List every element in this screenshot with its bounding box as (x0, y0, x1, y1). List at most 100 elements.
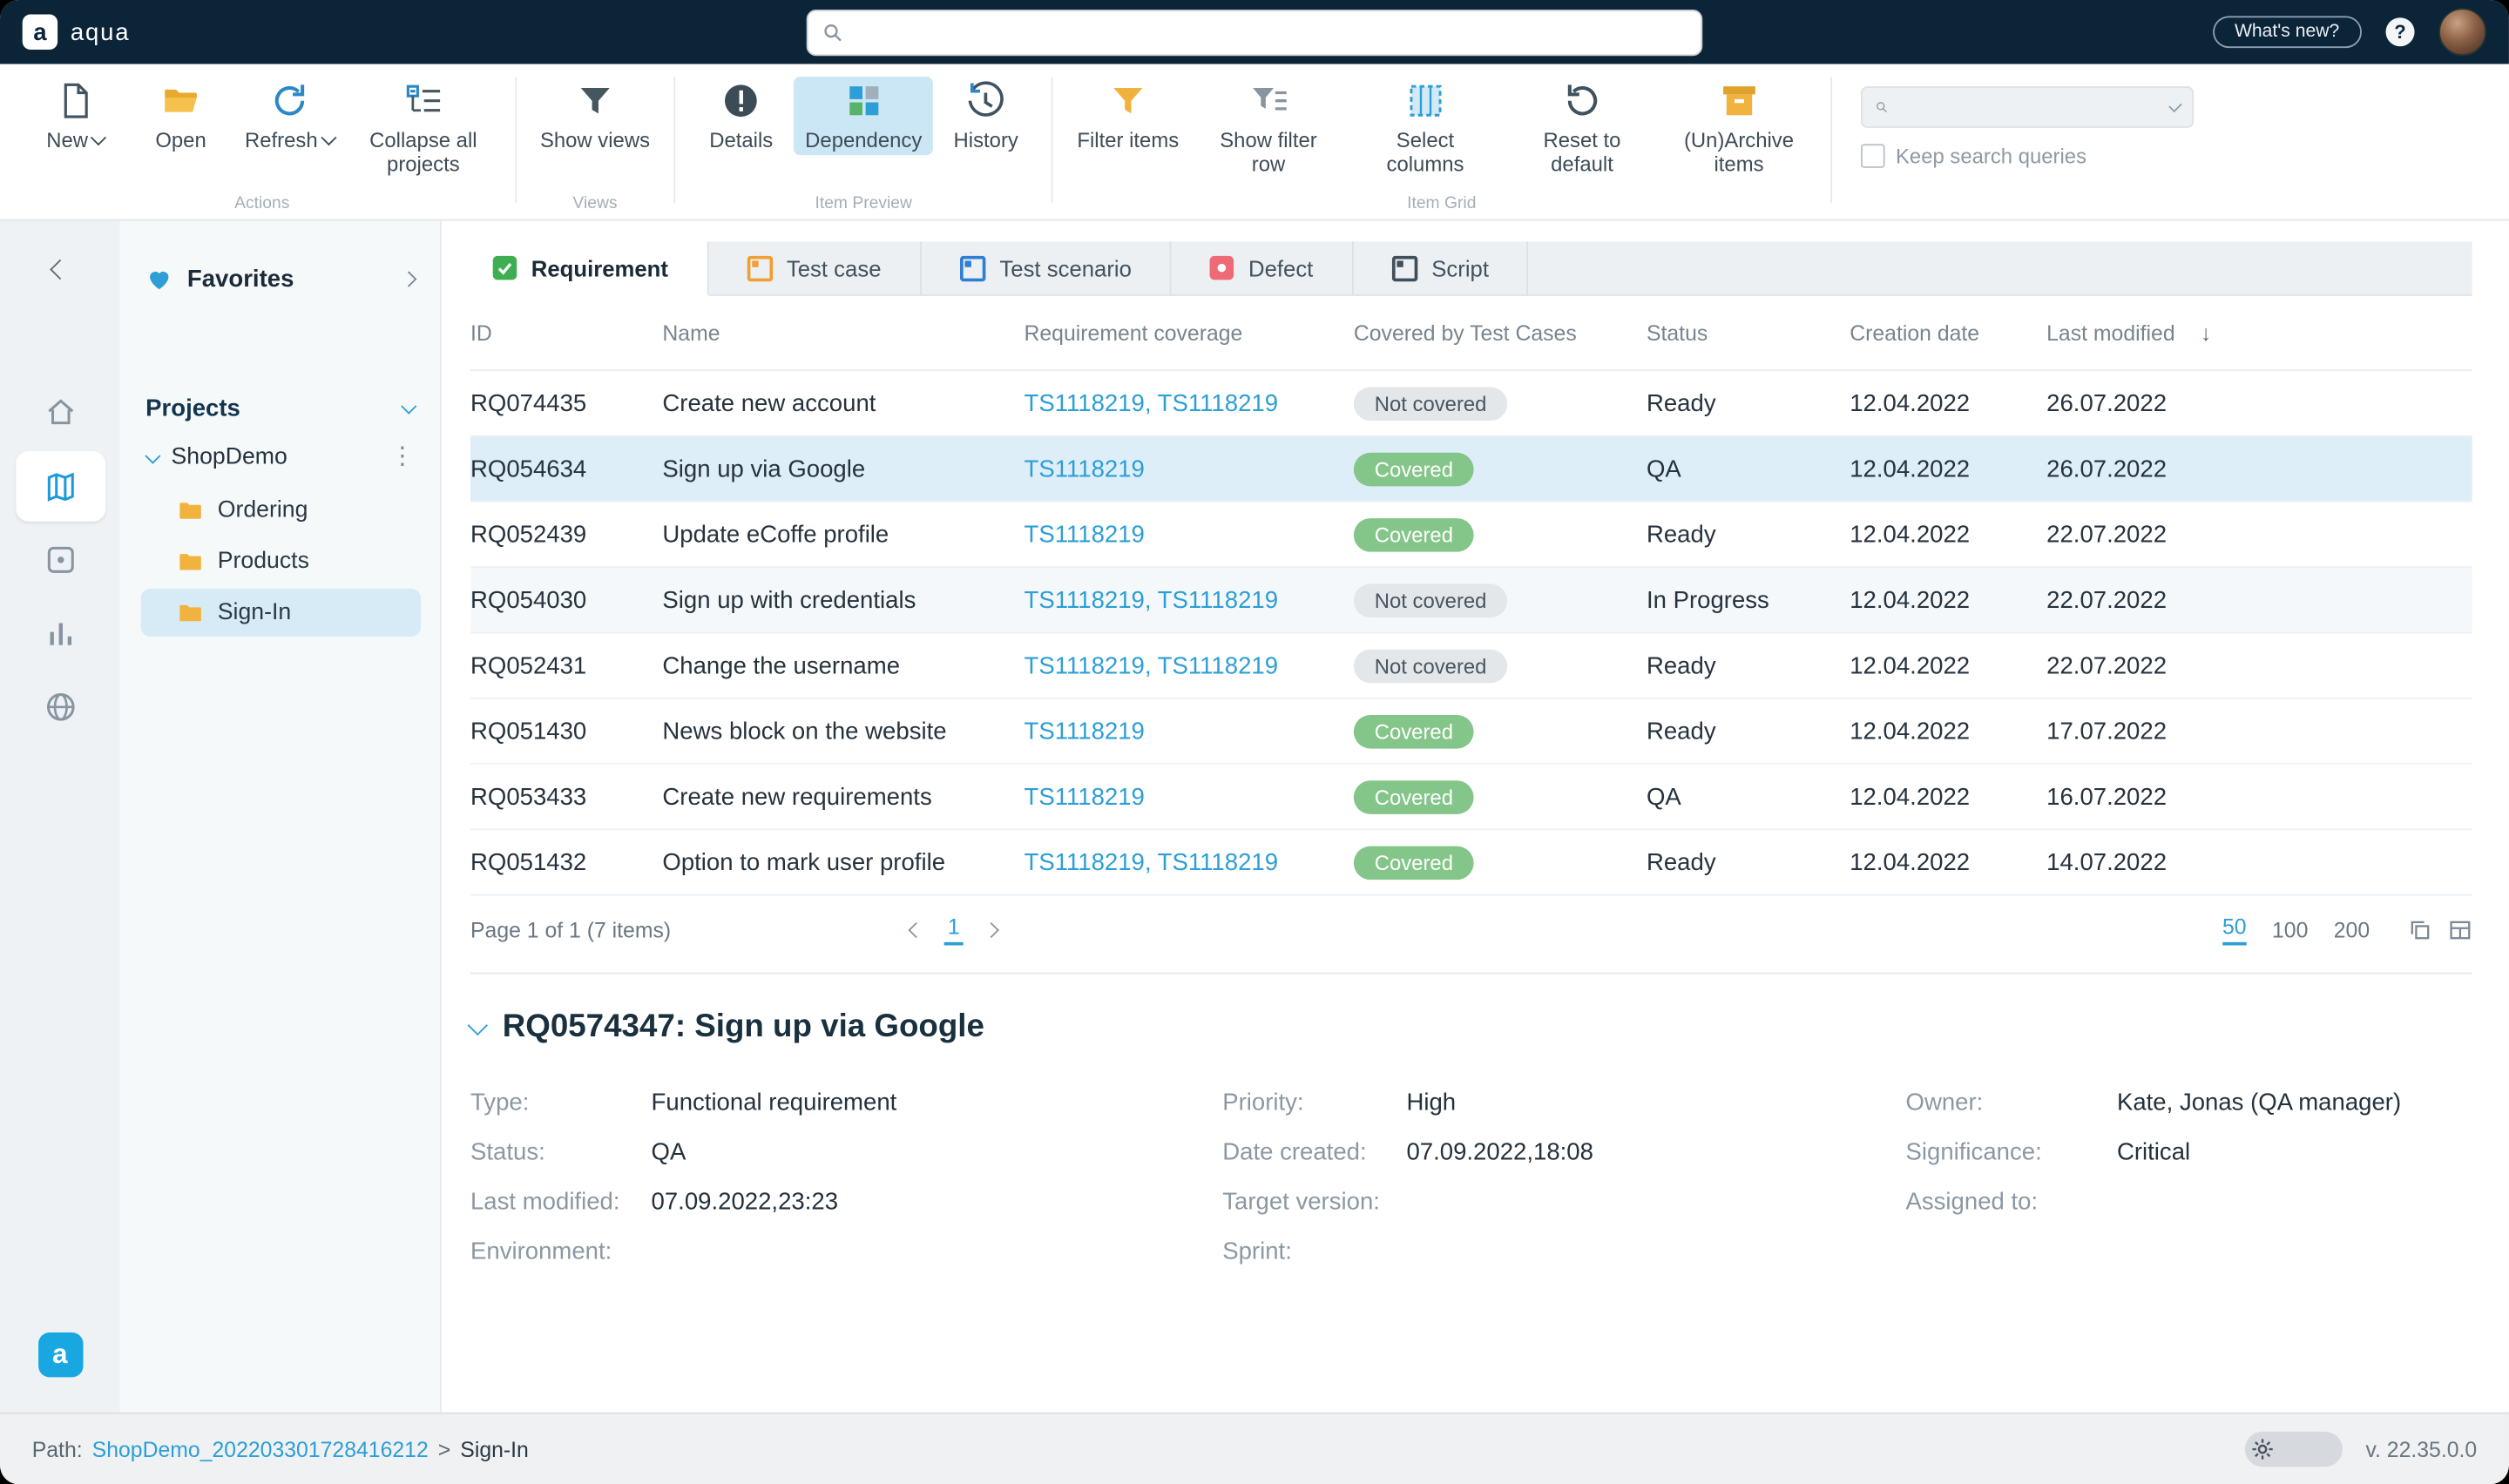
preview-header[interactable]: RQ0574347: Sign up via Google (467, 1009, 2472, 1046)
next-page-icon[interactable] (983, 921, 999, 938)
coverage-links[interactable]: TS1118219, TS1118219 (1024, 848, 1278, 875)
keep-search-checkbox[interactable] (1860, 144, 1885, 168)
table-row[interactable]: RQ054030 Sign up with credentials TS1118… (470, 568, 2472, 634)
coverage-links[interactable]: TS1118219, TS1118219 (1024, 389, 1278, 416)
folder-label: Sign-In (217, 599, 292, 626)
archive-box-icon (1722, 86, 1755, 116)
collapse-all-projects-button[interactable]: Collapse all projects (345, 77, 502, 179)
folder-icon (179, 604, 201, 622)
coverage-links[interactable]: TS1118219, TS1118219 (1024, 586, 1278, 613)
sidebar-item-reports[interactable] (15, 598, 105, 669)
kebab-menu-icon[interactable]: ⋮ (384, 445, 421, 469)
sidebar-item-home[interactable] (15, 377, 105, 448)
cell-created: 12.04.2022 (1850, 455, 1971, 482)
global-search-input[interactable] (854, 18, 1687, 46)
history-button[interactable]: History (933, 77, 1038, 155)
tab-test-scenario[interactable]: Test scenario (921, 241, 1172, 296)
header-modified[interactable]: Last modified ↓ (2046, 320, 2472, 345)
page-size-200[interactable]: 200 (2334, 917, 2370, 941)
dependency-button[interactable]: Dependency (794, 77, 934, 156)
header-name[interactable]: Name (662, 320, 1024, 345)
show-filter-row-button[interactable]: Show filter row (1190, 77, 1347, 179)
tab-requirement[interactable]: Requirement (454, 241, 708, 296)
sort-desc-icon[interactable]: ↓ (2201, 320, 2211, 345)
grid-search-select[interactable] (1860, 86, 2194, 128)
reset-to-default-button[interactable]: Reset to default (1504, 77, 1660, 179)
header-id[interactable]: ID (470, 320, 662, 345)
path-link[interactable]: ShopDemo_202203301728416212 (92, 1437, 429, 1461)
user-avatar[interactable] (2438, 8, 2487, 57)
new-button[interactable]: New (23, 77, 128, 155)
home-icon (47, 399, 73, 425)
tree-node-shopdemo[interactable]: ShopDemo ⋮ (120, 432, 440, 483)
open-button[interactable]: Open (128, 77, 233, 155)
details-button[interactable]: Details (688, 77, 794, 155)
settings-toggle[interactable] (2245, 1431, 2343, 1467)
collapse-sidebar-button[interactable] (44, 246, 78, 294)
table-row[interactable]: RQ051430 News block on the website TS111… (470, 699, 2472, 765)
page-size-50[interactable]: 50 (2222, 914, 2247, 945)
search-icon (1876, 102, 1887, 113)
chevron-down-icon[interactable] (145, 447, 161, 463)
header-coverage[interactable]: Requirement coverage (1024, 320, 1353, 345)
tree-folder-sign-in[interactable]: Sign-In (140, 588, 422, 637)
copy-icon[interactable] (2408, 917, 2432, 941)
cell-name: Sign up with credentials (662, 586, 916, 614)
table-row-selected[interactable]: RQ054634 Sign up via Google TS1118219 Co… (470, 436, 2472, 503)
keep-search-queries[interactable]: Keep search queries (1860, 144, 2194, 168)
table-row[interactable]: RQ052439 Update eCoffe profile TS1118219… (470, 503, 2472, 569)
refresh-button[interactable]: Refresh (233, 77, 345, 155)
prev-page-icon[interactable] (908, 921, 925, 938)
help-button[interactable]: ? (2385, 17, 2415, 47)
favorites-section[interactable]: Favorites (120, 256, 440, 302)
reset-icon (1567, 84, 1597, 116)
header-status[interactable]: Status (1647, 320, 1850, 345)
projects-header[interactable]: Projects (120, 386, 440, 432)
cell-id: RQ051432 (470, 848, 587, 876)
sidebar-item-releases[interactable] (15, 524, 105, 595)
whats-new-button[interactable]: What's new? (2212, 16, 2362, 49)
table-row[interactable]: RQ074435 Create new account TS1118219, T… (470, 371, 2472, 437)
cell-created: 12.04.2022 (1850, 586, 1971, 614)
filter-items-button[interactable]: Filter items (1066, 77, 1190, 155)
preview-fields: Type: Functional requirement Status: QA La… (470, 1088, 2472, 1267)
unarchive-items-button[interactable]: (Un)Archive items (1660, 77, 1817, 179)
header-created[interactable]: Creation date (1850, 320, 2046, 345)
page-size-100[interactable]: 100 (2272, 917, 2308, 941)
grid-search-input[interactable] (1897, 94, 2161, 120)
chevron-right-icon[interactable] (401, 271, 417, 287)
select-columns-button[interactable]: Select columns (1347, 77, 1504, 179)
coverage-links[interactable]: TS1118219 (1024, 455, 1144, 482)
coverage-links[interactable]: TS1118219 (1024, 783, 1144, 810)
aqua-logo-icon: a (22, 14, 58, 50)
table-row[interactable]: RQ052431 Change the username TS1118219, … (470, 633, 2472, 699)
page-number[interactable]: 1 (944, 914, 964, 945)
sidebar-item-integrations[interactable] (15, 671, 105, 742)
tab-script[interactable]: Script (1353, 241, 1529, 296)
header-covered[interactable]: Covered by Test Cases (1354, 320, 1647, 345)
cell-created: 12.04.2022 (1850, 848, 1971, 876)
show-views-button[interactable]: Show views (529, 77, 661, 155)
export-grid-icon[interactable] (2448, 917, 2472, 941)
breadcrumb-separator: > (437, 1437, 451, 1461)
sidebar-item-projects[interactable] (15, 450, 105, 522)
brand-name: aqua (70, 18, 131, 46)
tree-folder-products[interactable]: Products (141, 537, 421, 585)
tab-test-case[interactable]: Test case (707, 241, 922, 296)
global-search[interactable] (806, 9, 1703, 56)
toolbar-separator (673, 77, 676, 204)
table-row[interactable]: RQ053433 Create new requirements TS11182… (470, 765, 2472, 831)
table-row[interactable]: RQ051432 Option to mark user profile TS1… (470, 830, 2472, 896)
chevron-down-icon[interactable] (401, 398, 417, 415)
cell-modified: 16.07.2022 (2046, 783, 2167, 811)
tree-folder-ordering[interactable]: Ordering (141, 486, 421, 534)
coverage-links[interactable]: TS1118219 (1024, 521, 1144, 548)
tree-root-label: ShopDemo (171, 444, 287, 470)
coverage-links[interactable]: TS1118219 (1024, 718, 1144, 745)
open-folder-icon (165, 89, 197, 112)
cell-modified: 22.07.2022 (2046, 651, 2167, 679)
toolbar-separator (514, 77, 517, 204)
collapse-preview-icon[interactable] (467, 1015, 488, 1036)
tab-defect[interactable]: Defect (1171, 241, 1354, 296)
coverage-links[interactable]: TS1118219, TS1118219 (1024, 651, 1278, 678)
